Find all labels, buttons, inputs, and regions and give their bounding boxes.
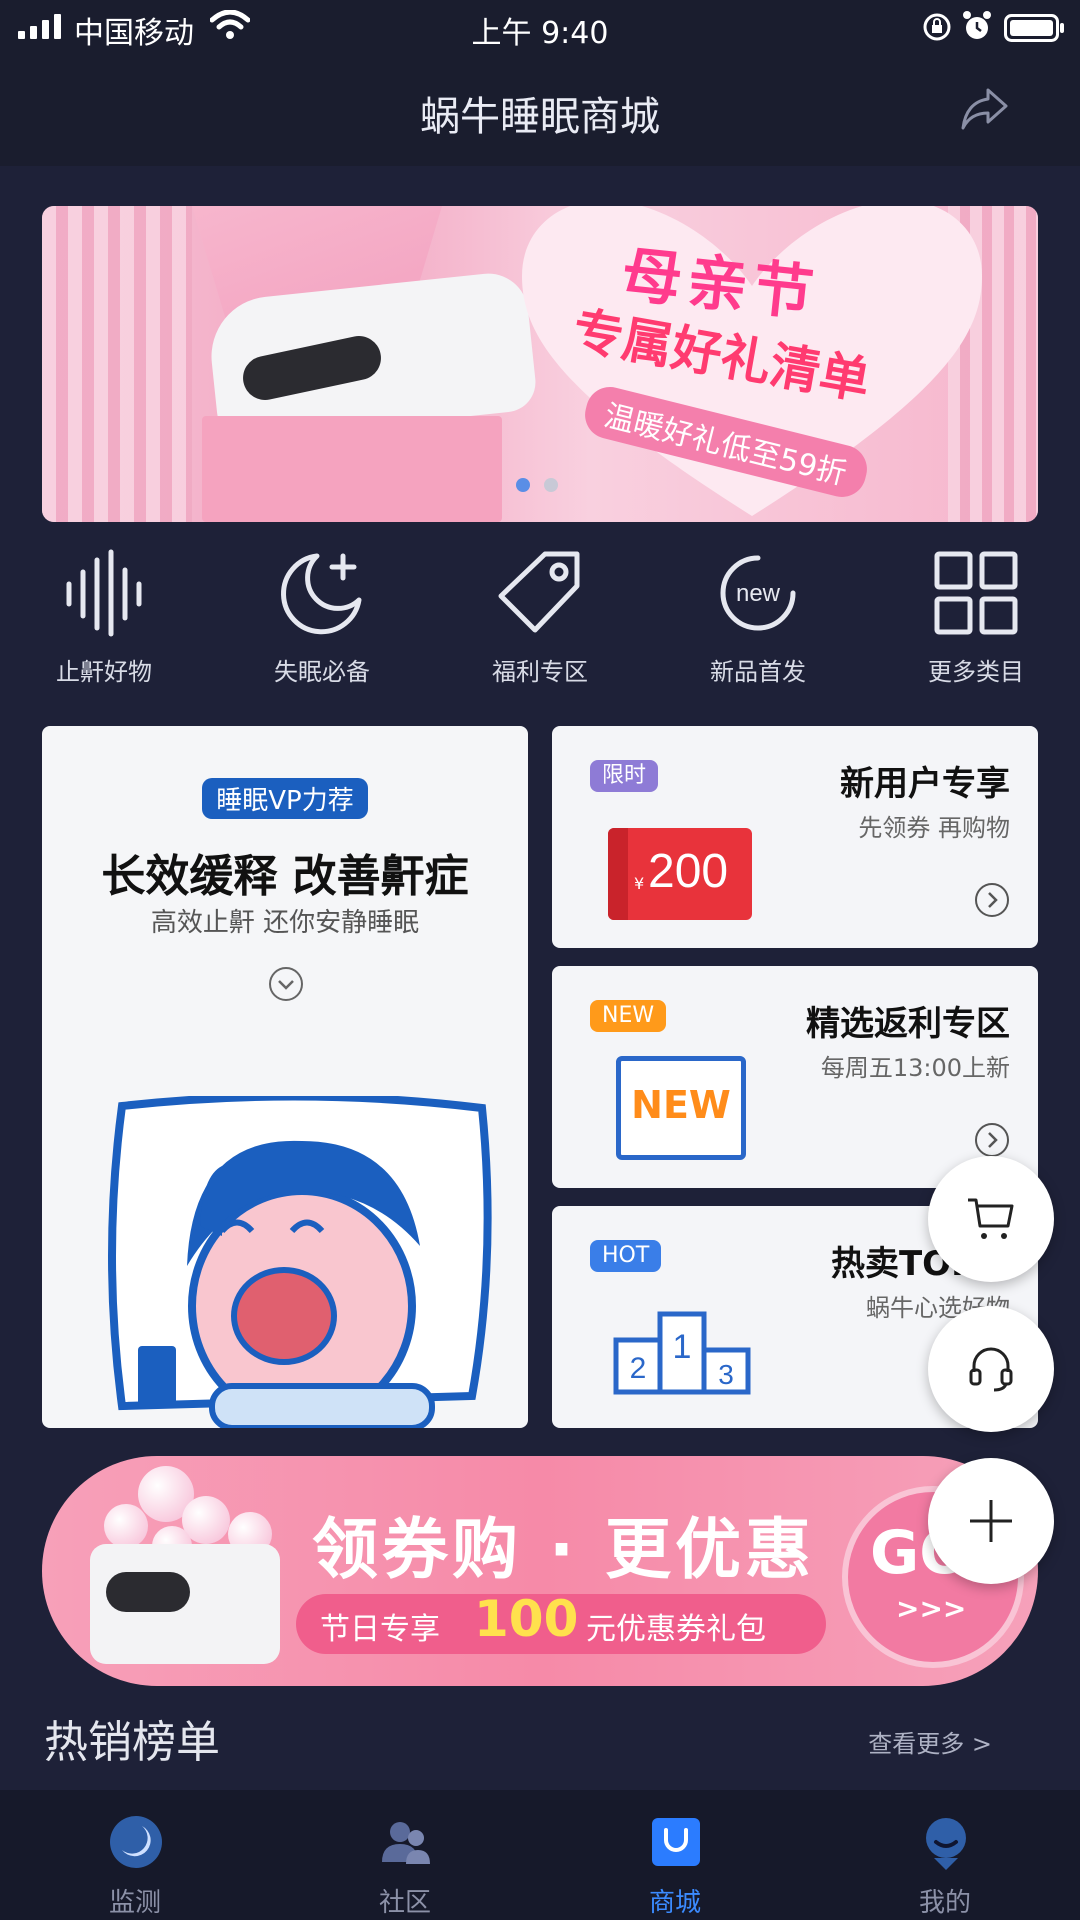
new-badge-icon: new — [720, 555, 796, 631]
people-icon — [382, 1822, 430, 1864]
promo-headline: 领券购 · 更优惠 — [312, 1511, 816, 1588]
svg-text:3: 3 — [718, 1359, 734, 1390]
chevron-down-icon[interactable] — [268, 966, 304, 1002]
bottom-tab-bar: 监测 社区 商城 我的 — [0, 1790, 1080, 1920]
coupon-value: 200 — [648, 845, 729, 898]
chevron-right-icon[interactable] — [974, 1122, 1010, 1158]
nav-bar: 蜗牛睡眠商城 — [0, 56, 1080, 166]
tab-label: 社区 — [378, 1888, 431, 1918]
chevron-right-icon[interactable] — [974, 882, 1010, 918]
card-title: 新用户专享 — [840, 764, 1010, 804]
time-limited-badge: 限时 — [590, 760, 659, 792]
new-badge: NEW — [590, 1000, 667, 1032]
offer-amount: 100 — [474, 1590, 579, 1648]
category-new[interactable]: new 新品首发 — [658, 548, 858, 687]
tab-mall[interactable]: 商城 — [540, 1790, 810, 1920]
status-bar: 中国移动 上午 9:40 — [0, 0, 1080, 56]
offer-prefix: 节日专享 — [320, 1612, 440, 1647]
promo-banner[interactable]: 母亲节 专属好礼清单 温暖好礼低至59折 — [42, 206, 1038, 522]
card-subtitle: 先领券 再购物 — [858, 814, 1010, 842]
card-subtitle: 每周五13:00上新 — [820, 1054, 1010, 1082]
category-label: 新品首发 — [710, 658, 806, 686]
feature-headline: 长效缓释 改善鼾症 — [101, 851, 469, 902]
carousel-indicator — [516, 478, 558, 492]
illustration-text: NEW — [631, 1083, 731, 1127]
offer-suffix: 元优惠券礼包 — [586, 1612, 766, 1647]
category-welfare[interactable]: 福利专区 — [440, 548, 640, 687]
svg-text:2: 2 — [630, 1352, 647, 1385]
feature-card[interactable]: 睡眠VP力荐 长效缓释 改善鼾症 高效止鼾 还你安静睡眠 — [42, 726, 528, 1428]
feature-subtitle: 高效止鼾 还你安静睡眠 — [150, 908, 420, 938]
new-user-card[interactable]: 限时 新用户专享 先领券 再购物 ¥ 200 — [552, 726, 1038, 948]
rotation-lock-icon — [923, 13, 951, 41]
sound-wave-icon — [66, 549, 142, 637]
share-icon[interactable] — [960, 86, 1010, 132]
category-label: 福利专区 — [492, 658, 588, 686]
promo-offer-pill: 节日专享 100 元优惠券礼包 — [296, 1590, 826, 1654]
battery-icon — [1004, 14, 1064, 42]
hot-list-title: 热销榜单 — [44, 1717, 220, 1768]
coupon-illustration: ¥ 200 — [608, 828, 752, 920]
go-arrows: >>> — [896, 1592, 967, 1625]
new-badge-text: new — [736, 580, 781, 607]
tag-icon — [498, 551, 580, 633]
product-image — [90, 1544, 280, 1664]
shopping-bag-icon — [652, 1818, 700, 1866]
clock: 上午 9:40 — [471, 16, 609, 51]
hot-badge: HOT — [590, 1240, 662, 1272]
tab-label: 商城 — [648, 1888, 701, 1918]
plus-icon — [970, 1500, 1012, 1542]
page-title: 蜗牛睡眠商城 — [420, 94, 660, 140]
profile-icon — [926, 1818, 966, 1870]
card-title: 精选返利专区 — [806, 1004, 1010, 1044]
moon-circle-icon — [110, 1816, 162, 1868]
category-snore[interactable]: 止鼾好物 — [4, 548, 204, 687]
carousel-dot[interactable] — [516, 478, 530, 492]
category-label: 止鼾好物 — [56, 658, 152, 686]
cart-button[interactable] — [928, 1156, 1054, 1282]
grid-icon — [934, 551, 1018, 635]
tab-label: 监测 — [108, 1888, 161, 1918]
customer-service-button[interactable] — [928, 1306, 1054, 1432]
coupon-promo-banner[interactable]: 领券购 · 更优惠 节日专享 100 元优惠券礼包 GO >>> — [42, 1456, 1038, 1686]
category-more[interactable]: 更多类目 — [876, 548, 1076, 687]
headset-icon — [969, 1347, 1013, 1392]
cart-icon — [968, 1198, 1014, 1239]
carousel-dot[interactable] — [544, 478, 558, 492]
sleeping-boy-illustration — [108, 1096, 492, 1428]
gift-box — [202, 416, 502, 522]
podium-icon: 1 2 3 — [613, 1311, 751, 1395]
expand-button[interactable] — [928, 1458, 1054, 1584]
category-label: 失眠必备 — [274, 658, 370, 686]
category-row: 止鼾好物 失眠必备 福利专区 new 新品首发 更多类目 — [0, 548, 1080, 698]
tab-profile[interactable]: 我的 — [810, 1790, 1080, 1920]
alarm-icon — [963, 11, 991, 39]
moon-plus-icon — [281, 553, 362, 635]
tab-monitor[interactable]: 监测 — [0, 1790, 270, 1920]
category-label: 更多类目 — [928, 658, 1024, 686]
category-insomnia[interactable]: 失眠必备 — [222, 548, 422, 687]
feature-tag: 睡眠VP力荐 — [202, 778, 368, 819]
svg-text:1: 1 — [673, 1328, 692, 1366]
new-speech-bubble-illustration: NEW — [616, 1056, 746, 1160]
curtain-decoration — [42, 206, 192, 522]
see-more-link[interactable]: 查看更多 > — [868, 1724, 992, 1759]
rebate-card[interactable]: NEW 精选返利专区 每周五13:00上新 NEW — [552, 966, 1038, 1188]
tab-community[interactable]: 社区 — [270, 1790, 540, 1920]
coupon-currency: ¥ — [634, 874, 645, 893]
tab-label: 我的 — [918, 1888, 971, 1918]
